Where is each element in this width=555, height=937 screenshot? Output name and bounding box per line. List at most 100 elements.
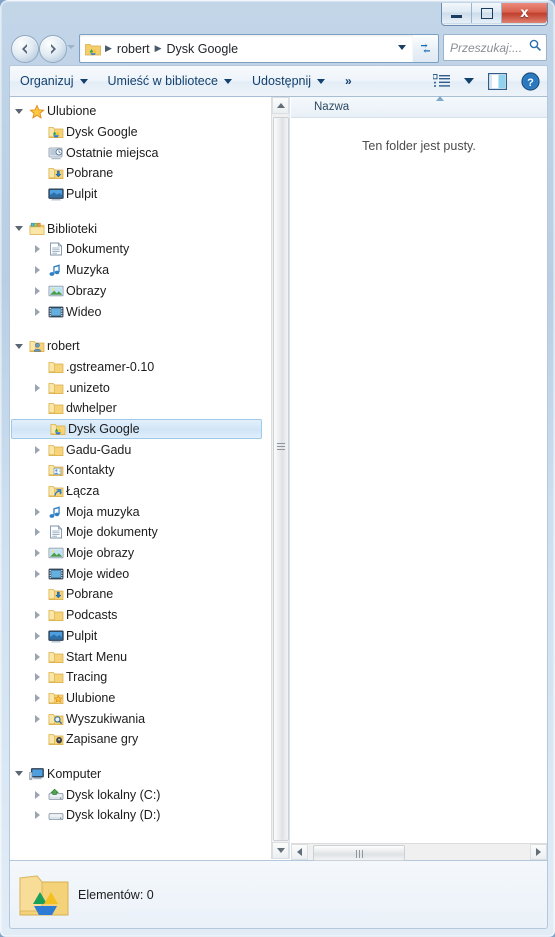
- tree-item-moje-wideo[interactable]: Moje wideo: [10, 563, 272, 584]
- twisty-collapsed-icon[interactable]: [35, 652, 40, 661]
- twisty[interactable]: [29, 569, 46, 578]
- twisty[interactable]: [29, 549, 46, 558]
- refresh-button[interactable]: [413, 34, 439, 63]
- breadcrumb-robert[interactable]: robert: [114, 42, 153, 56]
- twisty[interactable]: [10, 108, 27, 114]
- twisty[interactable]: [10, 343, 27, 349]
- twisty-collapsed-icon[interactable]: [35, 307, 40, 316]
- file-list-pane[interactable]: Nazwa Ten folder jest pusty.: [291, 96, 547, 859]
- tree-item-obrazy[interactable]: Obrazy: [10, 281, 272, 302]
- twisty[interactable]: [29, 790, 46, 799]
- tree-item-unizeto[interactable]: .unizeto: [10, 377, 272, 398]
- twisty-collapsed-icon[interactable]: [35, 631, 40, 640]
- twisty[interactable]: [29, 811, 46, 820]
- tree-item-podcasts[interactable]: Podcasts: [10, 605, 272, 626]
- share-button[interactable]: Udostępnij: [242, 68, 335, 94]
- tree-item-pobrane[interactable]: Pobrane: [10, 163, 272, 184]
- search-input[interactable]: Przeszukaj:...: [450, 41, 528, 55]
- address-bar[interactable]: ▶ robert ▶ Dysk Google: [79, 34, 414, 63]
- twisty[interactable]: [29, 286, 46, 295]
- history-dropdown-icon[interactable]: [67, 45, 75, 49]
- tree-item-moje-dokumenty[interactable]: Moje dokumenty: [10, 522, 272, 543]
- close-button[interactable]: x: [502, 3, 547, 23]
- breadcrumb-dysk-google[interactable]: Dysk Google: [164, 42, 242, 56]
- tree-item-cza[interactable]: Łącza: [10, 481, 272, 502]
- twisty[interactable]: [10, 771, 27, 777]
- twisty-collapsed-icon[interactable]: [35, 569, 40, 578]
- include-in-library-button[interactable]: Umieść w bibliotece: [98, 68, 242, 94]
- twisty[interactable]: [29, 507, 46, 516]
- tree-item-ulubione[interactable]: Ulubione: [10, 688, 272, 709]
- address-dropdown-button[interactable]: [391, 34, 412, 61]
- tree-item-gadu-gadu[interactable]: Gadu-Gadu: [10, 439, 272, 460]
- twisty-expanded-icon[interactable]: [14, 226, 23, 232]
- tree-item-dysk-lokalny-c[interactable]: Dysk lokalny (C:): [10, 784, 272, 805]
- twisty[interactable]: [29, 266, 46, 275]
- view-options-button[interactable]: [426, 68, 457, 94]
- twisty[interactable]: [29, 714, 46, 723]
- minimize-button[interactable]: [442, 3, 472, 23]
- tree-item-pulpit[interactable]: Pulpit: [10, 626, 272, 647]
- tree-item-dysk-google[interactable]: Dysk Google: [11, 418, 262, 440]
- scroll-right-button[interactable]: [530, 844, 547, 860]
- twisty[interactable]: [29, 611, 46, 620]
- twisty[interactable]: [29, 307, 46, 316]
- tree-item-start-menu[interactable]: Start Menu: [10, 646, 272, 667]
- twisty-collapsed-icon[interactable]: [35, 714, 40, 723]
- twisty-expanded-icon[interactable]: [14, 108, 23, 114]
- forward-button[interactable]: [39, 35, 67, 63]
- twisty-collapsed-icon[interactable]: [35, 245, 40, 254]
- twisty-collapsed-icon[interactable]: [35, 549, 40, 558]
- tree-item-ostatnie-miejsca[interactable]: Ostatnie miejsca: [10, 142, 272, 163]
- organize-button[interactable]: Organizuj: [10, 68, 98, 94]
- twisty-expanded-icon[interactable]: [14, 343, 23, 349]
- tree-item-wideo[interactable]: Wideo: [10, 301, 272, 322]
- back-button[interactable]: [11, 35, 39, 63]
- navigation-pane[interactable]: Ulubione Dysk Google Ostatnie miejsca Pobra…: [10, 97, 290, 859]
- twisty[interactable]: [29, 673, 46, 682]
- view-options-dropdown[interactable]: [457, 68, 481, 94]
- twisty-collapsed-icon[interactable]: [35, 693, 40, 702]
- twisty[interactable]: [29, 245, 46, 254]
- tree-item-biblioteki[interactable]: Biblioteki: [10, 218, 272, 239]
- tree-item-dokumenty[interactable]: Dokumenty: [10, 239, 272, 260]
- tree-item-pobrane[interactable]: Pobrane: [10, 584, 272, 605]
- tree-item-pulpit[interactable]: Pulpit: [10, 184, 272, 205]
- scroll-down-button[interactable]: [272, 842, 289, 859]
- twisty[interactable]: [29, 631, 46, 640]
- tree-item-ulubione[interactable]: Ulubione: [10, 101, 272, 122]
- tree-item-kontakty[interactable]: Kontakty: [10, 460, 272, 481]
- twisty-collapsed-icon[interactable]: [35, 790, 40, 799]
- tree-item-komputer[interactable]: Komputer: [10, 764, 272, 785]
- twisty-collapsed-icon[interactable]: [35, 811, 40, 820]
- content-horizontal-scrollbar[interactable]: [291, 843, 547, 861]
- search-box[interactable]: Przeszukaj:...: [443, 34, 547, 61]
- tree-item-zapisane-gry[interactable]: Zapisane gry: [10, 729, 272, 750]
- preview-pane-button[interactable]: [481, 68, 514, 94]
- column-header-name[interactable]: Nazwa: [291, 101, 349, 113]
- twisty[interactable]: [10, 226, 27, 232]
- tree-item-muzyka[interactable]: Muzyka: [10, 260, 272, 281]
- tree-item-gstreamer-0-10[interactable]: .gstreamer-0.10: [10, 357, 272, 378]
- tree-item-dwhelper[interactable]: dwhelper: [10, 398, 272, 419]
- tree-item-tracing[interactable]: Tracing: [10, 667, 272, 688]
- twisty[interactable]: [29, 528, 46, 537]
- scroll-up-button[interactable]: [272, 97, 289, 114]
- tree-item-wyszukiwania[interactable]: Wyszukiwania: [10, 708, 272, 729]
- twisty-collapsed-icon[interactable]: [35, 611, 40, 620]
- tree-vertical-scrollbar[interactable]: [271, 97, 289, 859]
- twisty[interactable]: [29, 693, 46, 702]
- help-button[interactable]: ?: [514, 68, 547, 94]
- hscrollbar-thumb[interactable]: [313, 845, 405, 861]
- tree-item-moja-muzyka[interactable]: Moja muzyka: [10, 501, 272, 522]
- scrollbar-thumb[interactable]: [273, 117, 289, 841]
- twisty-collapsed-icon[interactable]: [35, 445, 40, 454]
- twisty-collapsed-icon[interactable]: [35, 383, 40, 392]
- twisty-collapsed-icon[interactable]: [35, 266, 40, 275]
- tree-item-robert[interactable]: robert: [10, 336, 272, 357]
- tree-item-dysk-google[interactable]: Dysk Google: [10, 122, 272, 143]
- tree-item-moje-obrazy[interactable]: Moje obrazy: [10, 543, 272, 564]
- more-commands-button[interactable]: »: [335, 68, 362, 94]
- twisty[interactable]: [29, 445, 46, 454]
- twisty-collapsed-icon[interactable]: [35, 673, 40, 682]
